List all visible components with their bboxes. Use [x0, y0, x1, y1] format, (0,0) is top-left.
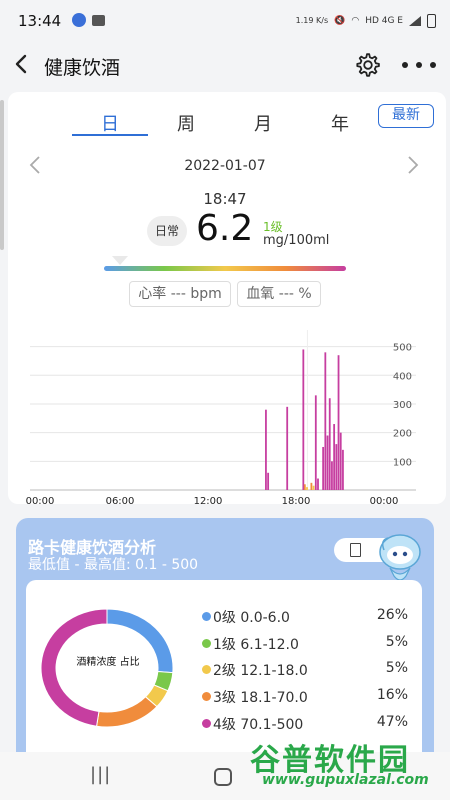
chart-bar [306, 487, 308, 490]
legend-percent: 5% [385, 660, 408, 676]
current-date: 2022-01-07 [184, 158, 266, 174]
chart-bar [267, 472, 270, 490]
mascot-icon [379, 534, 421, 581]
settings-gear-icon[interactable] [354, 51, 382, 79]
legend-dot [202, 639, 211, 648]
chart-bar [322, 446, 325, 490]
chart-bar [302, 349, 305, 490]
message-icon [92, 15, 105, 26]
x-tick-label: 00:00 [370, 496, 399, 507]
legend-percent: 5% [385, 634, 408, 650]
chart-bar [328, 398, 331, 490]
tab-day[interactable]: 日 [80, 110, 140, 136]
legend-label: 2级 12.1-18.0 [213, 663, 308, 679]
chart-bar [342, 449, 344, 490]
mode-badge: 日常 [147, 216, 187, 246]
legend-percent: 47% [376, 714, 408, 730]
legend-level-3: 3级 18.1-70.0 16% [200, 687, 408, 707]
page-title: 健康饮酒 [44, 57, 121, 79]
y-tick-label: 100 [393, 457, 412, 468]
legend-percent: 26% [376, 607, 408, 623]
level-gradient-bar [104, 266, 346, 271]
chart-bar [265, 409, 267, 490]
battery-icon [427, 14, 436, 28]
chart-bar [317, 478, 319, 490]
heart-rate-pill: 心率 --- bpm [129, 281, 231, 307]
blood-oxygen-pill: 血氧 --- % [237, 281, 321, 307]
x-tick-label: 12:00 [194, 496, 223, 507]
legend-label: 4级 70.1-500 [213, 717, 304, 733]
app-bar: 健康饮酒 [0, 42, 450, 88]
legend-level-4: 4级 70.1-500 47% [200, 714, 408, 734]
legend-level-0: 0级 0.0-6.0 26% [200, 607, 408, 627]
chart-bar [286, 406, 289, 490]
y-tick-label: 500 [393, 343, 412, 354]
more-dots-icon[interactable] [402, 56, 436, 74]
app-notification-icon [72, 13, 86, 27]
latest-button[interactable]: 最新 [378, 104, 434, 128]
x-tick-label: 18:00 [282, 496, 311, 507]
legend-label: 0级 0.0-6.0 [213, 610, 290, 626]
chart-bar [335, 444, 338, 490]
status-left-icons [72, 13, 105, 27]
chart-bar [303, 484, 306, 490]
measurement-time: 18:47 [203, 190, 247, 208]
chart-bar [310, 482, 313, 490]
document-icon [350, 543, 361, 557]
tab-year[interactable]: 年 [310, 110, 370, 136]
legend-label: 3级 18.1-70.0 [213, 690, 308, 706]
alcohol-chart: 100 200 300 400 500 00:00 06:00 12:00 18:00 00:00 [26, 330, 416, 507]
legend-dot [202, 719, 211, 728]
x-tick-label: 00:00 [26, 496, 55, 507]
y-tick-label: 300 [393, 400, 412, 411]
chart-bar [331, 461, 333, 490]
legend-level-1: 1级 6.1-12.0 5% [200, 634, 408, 654]
status-bar: 13:44 1.19 K/s 🔇 ◠ HD 4G E [0, 0, 450, 42]
tab-month[interactable]: 月 [233, 110, 293, 136]
watermark-url: www.gupuxlazal.com [262, 772, 429, 788]
tab-week[interactable]: 周 [156, 110, 216, 136]
chevron-right-icon[interactable] [406, 154, 420, 182]
chart-bar [326, 435, 329, 490]
signal-icon [409, 16, 421, 26]
legend-percent: 16% [376, 687, 408, 703]
unit-label: mg/100ml [263, 233, 330, 248]
date-navigator: 2022-01-07 [0, 154, 450, 178]
legend-label: 1级 6.1-12.0 [213, 637, 299, 653]
chart-bar [314, 395, 317, 490]
alcohol-value: 6.2 [196, 208, 254, 249]
donut-slice [95, 696, 158, 728]
x-tick-label: 06:00 [106, 496, 135, 507]
level-pointer [112, 256, 128, 265]
status-time: 13:44 [18, 12, 62, 30]
chart-bar [312, 485, 315, 490]
chart-bar [333, 424, 336, 490]
legend-dot [202, 665, 211, 674]
legend-level-2: 2级 12.1-18.0 5% [200, 660, 408, 680]
recent-apps-button[interactable]: ||| [90, 764, 111, 785]
chart-bar [339, 432, 342, 490]
analysis-range: 最低值 - 最高值: 0.1 - 500 [28, 557, 199, 573]
wifi-icon: ◠ [351, 16, 360, 26]
legend-dot [202, 612, 211, 621]
status-right-icons: 1.19 K/s 🔇 ◠ HD 4G E [296, 14, 436, 28]
active-tab-underline [72, 134, 148, 136]
home-button[interactable] [214, 768, 232, 786]
net-speed: 1.19 K/s [295, 16, 329, 25]
chart-bar [337, 355, 340, 490]
chart-bar [324, 352, 327, 490]
y-tick-label: 200 [393, 429, 412, 440]
back-icon[interactable] [14, 53, 34, 77]
network-type: HD 4G E [365, 16, 403, 26]
legend-dot [202, 692, 211, 701]
y-tick-label: 400 [393, 371, 412, 382]
donut-center-label: 酒精浓度 占比 [76, 657, 140, 668]
mute-icon: 🔇 [334, 16, 346, 26]
